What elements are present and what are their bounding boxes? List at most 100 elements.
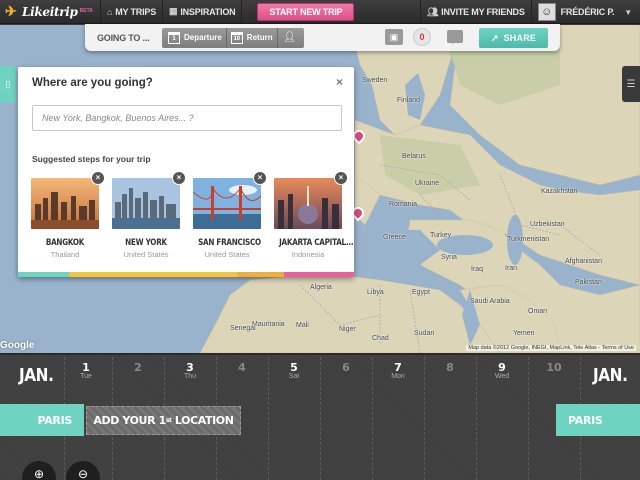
nav-right: 👥︎ INVITE MY FRIENDS ☺ FRÉDÉRIC P. ▼	[419, 0, 640, 24]
remove-card-icon[interactable]: ×	[334, 171, 348, 185]
map-label-turkmenistan: Turkmenistan	[507, 236, 550, 243]
map-side-tab-right[interactable]: ☰	[622, 66, 640, 102]
logo-text: Likeitrip	[22, 4, 78, 19]
day-number: 8	[446, 361, 454, 374]
day-of-week: Thu	[183, 373, 197, 380]
nav-inspiration-label: INSPIRATION	[180, 6, 236, 17]
map-label-sudan: Sudan	[414, 330, 435, 337]
travelers-button[interactable]: 👤︎	[278, 28, 302, 48]
color-strip-segment	[18, 272, 69, 277]
map-label-belarus: Belarus	[402, 153, 426, 160]
date-picker-group: 1 Departure 10 Return 👤︎	[162, 27, 304, 48]
card-country: Thailand	[50, 250, 80, 259]
end-city-block[interactable]: PARIS	[556, 404, 640, 436]
avatar: ☺	[537, 3, 556, 21]
notification-badge[interactable]: 0	[413, 28, 431, 46]
panel-title: Where are you going?	[32, 77, 153, 89]
calendar-icon: 1	[168, 31, 180, 44]
departure-button[interactable]: 1 Departure	[164, 27, 227, 48]
remove-card-icon[interactable]: ×	[91, 171, 105, 185]
card-country: United States	[204, 250, 250, 259]
day-column[interactable]: 3 Thu	[170, 361, 210, 380]
map-label-syria: Syria	[441, 254, 457, 261]
day-column[interactable]: 9 Wed	[482, 361, 522, 380]
map-label-iran: Iran	[505, 265, 518, 272]
timeline[interactable]: JAN. JAN. 1 Tue 2 3 Thu 4 5 Sat 6 7 Mon 8 9W…	[0, 353, 640, 480]
card-city: JAKARTA CAPITAL...	[279, 238, 354, 248]
suggestion-card-jakarta[interactable]: × JAKARTA CAPITAL... Indonesia	[274, 171, 354, 259]
beta-badge: BETA	[79, 8, 93, 14]
color-strip	[18, 272, 354, 277]
destination-search-input[interactable]	[32, 105, 342, 131]
nav-inspiration[interactable]: ▦ INSPIRATION	[163, 0, 243, 24]
people-icon: 👥︎	[426, 6, 439, 17]
map-label-egypt: Egypt	[412, 289, 430, 296]
city-photo	[31, 178, 99, 229]
suggested-steps-title: Suggested steps for your trip	[32, 154, 151, 164]
going-to-label[interactable]: GOING TO ...	[85, 33, 162, 43]
map-label-chad: Chad	[372, 335, 389, 342]
map-label-senegal: Senegal	[230, 325, 256, 332]
share-button[interactable]: ↗ SHARE	[479, 28, 548, 48]
day-column[interactable]: 2	[118, 361, 158, 374]
zoom-in-button[interactable]: ⊕	[22, 461, 56, 480]
color-strip-segment	[185, 272, 237, 277]
day-column[interactable]: 7 Mon	[378, 361, 418, 380]
day-of-week: Mon	[391, 373, 405, 380]
top-nav: ✈ Likeitrip BETA ⌂ MY TRIPS ▦ INSPIRATIO…	[0, 0, 640, 24]
map-label-uzbekistan: Uzbekistan	[530, 221, 565, 228]
day-number: 10	[546, 361, 562, 374]
card-country: Indonesia	[291, 250, 325, 259]
zoom-out-button[interactable]: ⊖	[66, 461, 100, 480]
map-attribution[interactable]: Map data ©2012 Google, INEGI, MapLink, T…	[466, 345, 636, 351]
city-photo	[274, 178, 342, 229]
timeline-divider	[372, 357, 373, 480]
add-location-label-pre: ADD YOUR 1	[93, 414, 166, 427]
zoom-in-icon: ⊕	[33, 467, 45, 480]
suggestion-cards: × BANGKOK Thailand × NEW YORK United Sta…	[31, 171, 354, 259]
add-location-button[interactable]: ADD YOUR 1st LOCATION	[86, 406, 241, 435]
color-strip-segment	[284, 272, 354, 277]
suitcase-icon[interactable]: ▣	[385, 29, 403, 45]
remove-card-icon[interactable]: ×	[253, 171, 267, 185]
map-label-pakistan: Pakistan	[575, 279, 602, 286]
close-icon[interactable]: ×	[336, 75, 343, 89]
city-photo	[112, 178, 180, 229]
suggestion-card-bangkok[interactable]: × BANGKOK Thailand	[31, 171, 105, 259]
day-of-week: Sat	[288, 373, 300, 380]
day-column[interactable]: 4	[222, 361, 262, 374]
chat-icon[interactable]	[447, 30, 463, 44]
list-icon: ☰	[626, 78, 636, 90]
remove-card-icon[interactable]: ×	[172, 171, 186, 185]
share-label: SHARE	[503, 33, 537, 43]
map-label-saudi-arabia: Saudi Arabia	[470, 298, 510, 305]
start-city-block[interactable]: PARIS	[0, 404, 84, 436]
map-label-romania: Romania	[389, 201, 418, 208]
logo-mark-icon: ✈	[5, 3, 17, 19]
trip-toolbar: GOING TO ... 1 Departure 10 Return 👤︎ ▣ …	[85, 24, 560, 51]
user-menu[interactable]: ☺ FRÉDÉRIC P. ▼	[530, 0, 640, 24]
suggestion-card-new-york[interactable]: × NEW YORK United States	[112, 171, 186, 259]
day-column[interactable]: 5 Sat	[274, 361, 314, 380]
day-column[interactable]: 10	[534, 361, 574, 374]
card-city: SAN FRANCISCO	[198, 238, 261, 248]
departure-label: Departure	[184, 33, 222, 42]
day-column[interactable]: 6	[326, 361, 366, 374]
color-strip-segment	[237, 272, 284, 277]
where-panel: Where are you going? × Suggested steps f…	[18, 67, 354, 277]
day-column[interactable]: 1 Tue	[66, 361, 106, 380]
map-side-tab-left[interactable]: ▯	[0, 66, 16, 102]
timeline-divider	[424, 357, 425, 480]
start-new-trip-button[interactable]: START NEW TRIP	[257, 2, 355, 21]
return-label: Return	[246, 33, 273, 42]
map-label-libya: Libya	[367, 289, 384, 296]
nav-my-trips[interactable]: ⌂ MY TRIPS	[100, 0, 163, 24]
map-label-turkey: Turkey	[430, 232, 452, 239]
suggestion-card-san-francisco[interactable]: × SAN FRANCISCO United States	[193, 171, 267, 259]
map-label-finland: Finland	[397, 97, 420, 104]
return-button[interactable]: 10 Return	[227, 27, 278, 48]
logo[interactable]: ✈ Likeitrip BETA	[0, 4, 100, 19]
day-column[interactable]: 8	[430, 361, 470, 374]
color-strip-segment	[133, 272, 185, 277]
invite-friends-button[interactable]: 👥︎ INVITE MY FRIENDS	[419, 0, 531, 24]
